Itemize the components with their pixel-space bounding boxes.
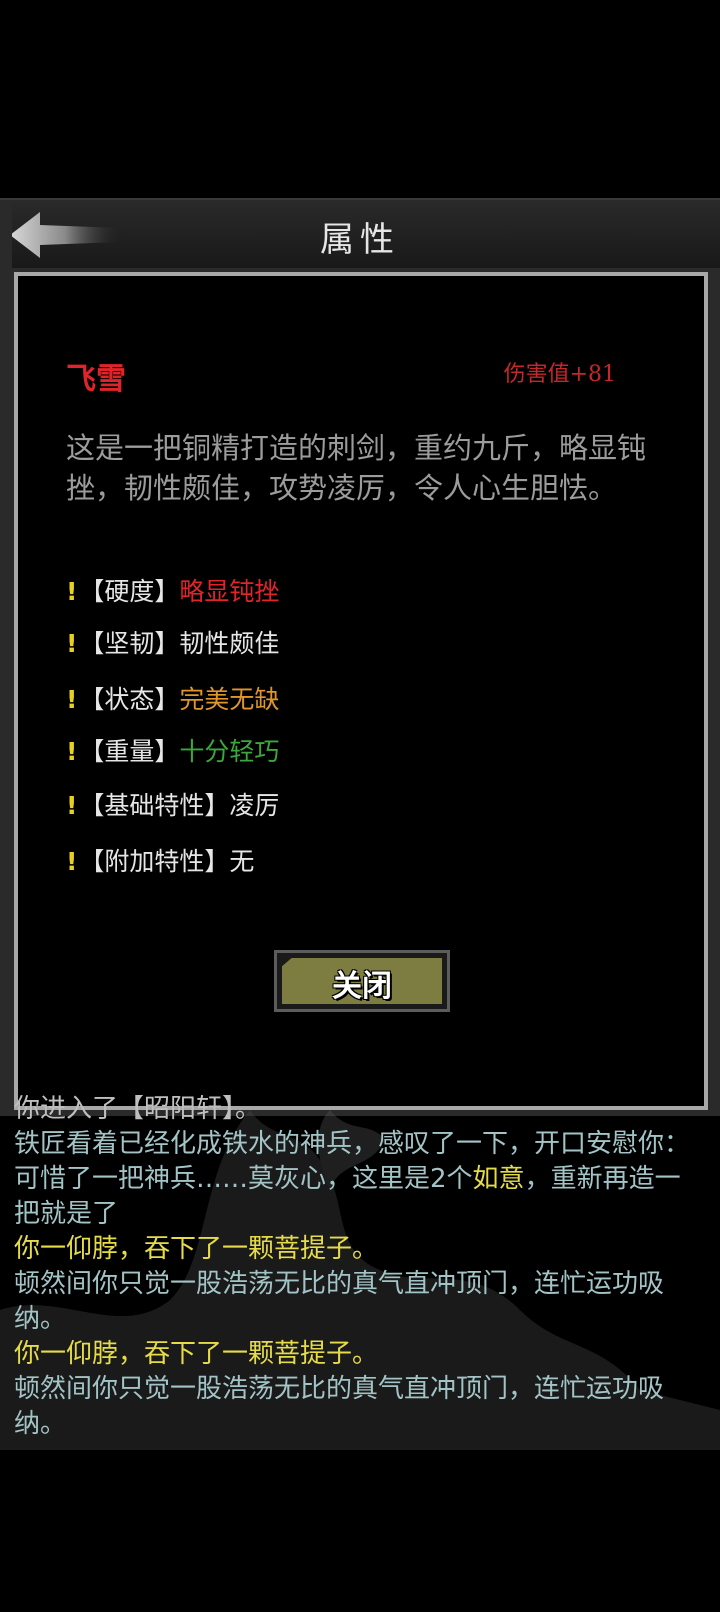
message-log[interactable]: 你进入了【昭阳轩】。 铁匠看着已经化成铁水的神兵，感叹了一下，开口安慰你：可惜了… <box>14 1092 704 1442</box>
attribute-value: 略显钝挫 <box>179 577 280 606</box>
exclamation-icon: ! <box>66 577 78 606</box>
attribute-row-weight: !【重量】十分轻巧 <box>66 734 279 770</box>
log-line: 你一仰脖，吞下了一颗菩提子。 <box>14 1339 379 1369</box>
exclamation-icon: ! <box>66 847 78 876</box>
log-line: 铁匠看着已经化成铁水的神兵，感叹了一下，开口安慰你：可惜了一把神兵……莫灰心，这… <box>14 1127 704 1232</box>
attribute-value: 韧性颇佳 <box>179 629 280 658</box>
title-bar: 属性 <box>0 198 720 272</box>
log-line: 你一仰脖，吞下了一颗菩提子。 <box>14 1234 379 1264</box>
exclamation-icon: ! <box>66 629 78 658</box>
attribute-value: 十分轻巧 <box>179 737 280 766</box>
log-highlight: 如意 <box>472 1164 525 1194</box>
attribute-row-hardness: !【硬度】略显钝挫 <box>66 574 279 610</box>
attribute-key: 【重量】 <box>79 737 180 766</box>
page-title: 属性 <box>320 220 400 260</box>
close-button[interactable]: 关闭 <box>274 950 450 1012</box>
attribute-key: 【基础特性】 <box>79 791 230 820</box>
exclamation-icon: ! <box>66 685 78 714</box>
attribute-key: 【坚韧】 <box>79 629 180 658</box>
item-name: 飞雪 <box>66 362 126 397</box>
attribute-row-extra-trait: !【附加特性】无 <box>66 844 254 880</box>
attribute-key: 【附加特性】 <box>79 847 230 876</box>
attribute-row-toughness: !【坚韧】韧性颇佳 <box>66 626 279 662</box>
close-button-label: 关闭 <box>332 969 392 1004</box>
attribute-row-condition: !【状态】完美无缺 <box>66 682 279 718</box>
exclamation-icon: ! <box>66 791 78 820</box>
attribute-value: 完美无缺 <box>179 685 280 714</box>
attribute-row-base-trait: !【基础特性】凌厉 <box>66 788 279 824</box>
attribute-key: 【硬度】 <box>79 577 180 606</box>
exclamation-icon: ! <box>66 737 78 766</box>
damage-value: 伤害值+81 <box>503 362 616 387</box>
log-line: 顿然间你只觉一股浩荡无比的真气直冲顶门，连忙运功吸纳。 <box>14 1374 665 1439</box>
attribute-panel: 飞雪 伤害值+81 这是一把铜精打造的刺剑，重约九斤，略显钝挫，韧性颇佳，攻势凌… <box>14 272 708 1110</box>
attribute-value: 无 <box>229 847 255 876</box>
item-description: 这是一把铜精打造的刺剑，重约九斤，略显钝挫，韧性颇佳，攻势凌厉，令人心生胆怯。 <box>66 431 647 505</box>
attribute-key: 【状态】 <box>79 685 180 714</box>
log-line: 你进入了【昭阳轩】。 <box>14 1094 262 1124</box>
log-line: 顿然间你只觉一股浩荡无比的真气直冲顶门，连忙运功吸纳。 <box>14 1269 665 1334</box>
attribute-value: 凌厉 <box>229 791 280 820</box>
